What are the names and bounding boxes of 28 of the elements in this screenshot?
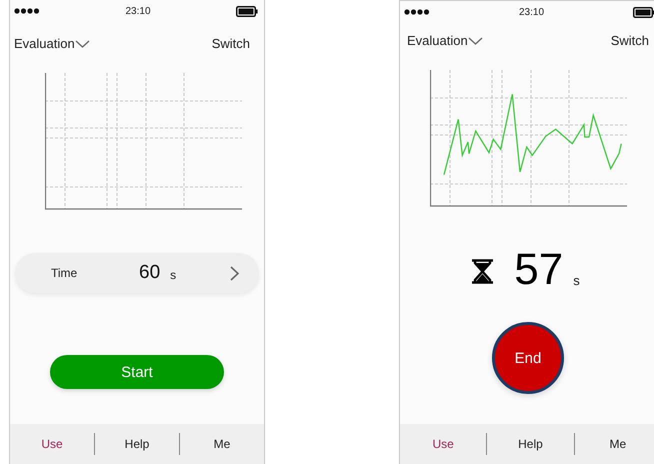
chevron-down-icon (468, 36, 483, 44)
tab[interactable]: Help (95, 432, 179, 456)
evaluation-dropdown[interactable]: Evaluation (407, 33, 483, 48)
timer-unit: s (573, 273, 580, 288)
tab[interactable]: Use (400, 432, 486, 456)
battery-icon (236, 6, 258, 16)
time-unit: s (170, 268, 178, 282)
battery-icon (633, 6, 654, 18)
tab[interactable]: Use (10, 432, 94, 456)
tab[interactable]: Me (574, 432, 654, 456)
time-label: Time (51, 266, 78, 280)
tab[interactable]: Help (487, 432, 574, 456)
start-button[interactable]: Start (50, 355, 224, 389)
status-time: 23:10 (125, 6, 151, 16)
evaluation-dropdown[interactable]: Evaluation (14, 36, 90, 51)
end-button[interactable]: End (492, 322, 564, 394)
tab[interactable]: Me (180, 432, 264, 456)
status-time: 23:10 (518, 6, 544, 18)
time-value: 60 (139, 262, 160, 284)
chevron-right-icon (230, 266, 239, 280)
signal-icon (404, 9, 430, 15)
hourglass-icon (471, 259, 494, 284)
switch-button[interactable]: Switch (610, 33, 649, 48)
time-setting-row[interactable]: Time 60 s (15, 253, 259, 293)
signal-icon (14, 8, 40, 14)
timer-value: 57 (514, 248, 564, 292)
chevron-down-icon (74, 40, 90, 48)
switch-button[interactable]: Switch (212, 36, 250, 51)
